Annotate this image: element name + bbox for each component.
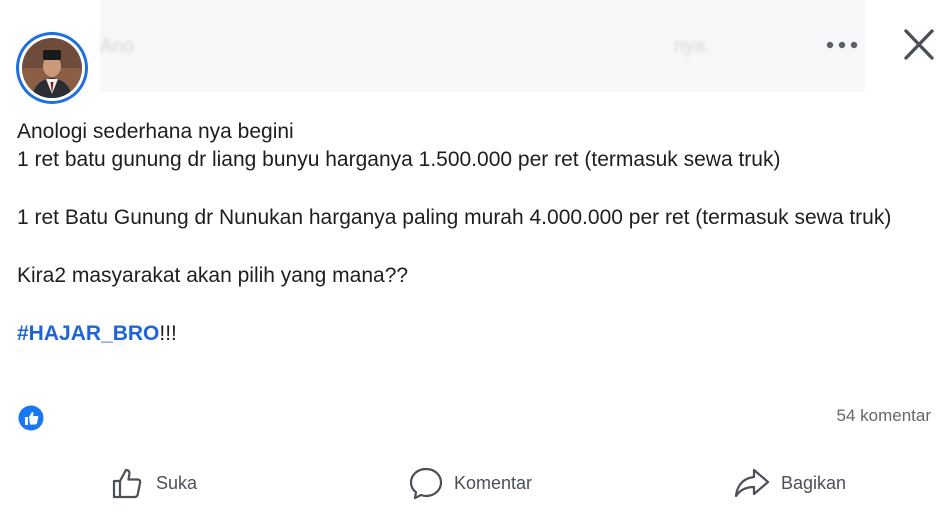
- comment-count[interactable]: 54 komentar: [837, 406, 932, 426]
- more-icon[interactable]: [822, 38, 862, 52]
- thumbs-up-icon: [112, 468, 142, 499]
- blurred-text-right: nya.: [674, 36, 710, 57]
- hashtag-link[interactable]: #HAJAR_BRO: [17, 322, 159, 345]
- post-line: 1 ret Batu Gunung dr Nunukan harganya pa…: [17, 206, 892, 229]
- post-line: Kira2 masyarakat akan pilih yang mana??: [17, 264, 409, 287]
- post-text: Anologi sederhana nya begini 1 ret batu …: [17, 118, 937, 348]
- share-arrow-icon: [734, 468, 770, 498]
- avatar[interactable]: [16, 32, 88, 104]
- comment-bubble-icon: [409, 467, 443, 500]
- comment-label: Komentar: [454, 472, 533, 493]
- blurred-header-text: Ano nya.: [100, 36, 710, 62]
- post-line: Anologi sederhana nya begini: [17, 120, 294, 143]
- share-label: Bagikan: [781, 472, 847, 493]
- like-reaction-icon[interactable]: [18, 405, 44, 431]
- hashtag-line: #HAJAR_BRO!!!: [17, 320, 937, 348]
- comment-button[interactable]: Komentar: [408, 462, 532, 504]
- like-label: Suka: [156, 472, 198, 493]
- blurred-text-left: Ano: [100, 36, 134, 57]
- like-button[interactable]: Suka: [110, 462, 197, 504]
- share-button[interactable]: Bagikan: [733, 462, 846, 504]
- avatar-photo: [22, 38, 82, 98]
- post-line: 1 ret batu gunung dr liang bunyu hargany…: [17, 148, 781, 171]
- hashtag-suffix: !!!: [159, 322, 177, 345]
- close-icon[interactable]: [899, 27, 939, 63]
